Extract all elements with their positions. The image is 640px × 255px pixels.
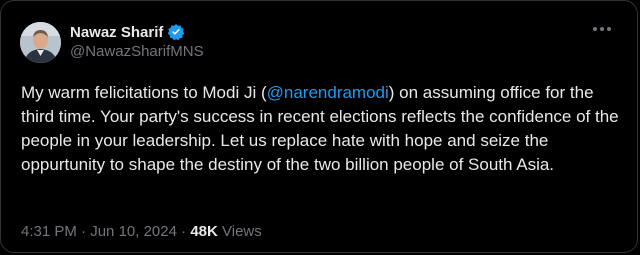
- verified-badge-icon: [167, 23, 185, 41]
- separator: ·: [81, 223, 87, 240]
- author-handle[interactable]: @NawazSharifMNS: [70, 43, 204, 60]
- author-name[interactable]: Nawaz Sharif: [70, 24, 163, 41]
- separator: ·: [181, 223, 187, 240]
- more-options-icon[interactable]: [593, 27, 611, 31]
- mention-link[interactable]: @narendramodi: [267, 83, 389, 102]
- tweet-text: My warm felicitations to Modi Ji (@naren…: [21, 81, 626, 177]
- tweet-text-part: My warm felicitations to Modi Ji (: [21, 83, 267, 102]
- avatar[interactable]: [20, 22, 61, 63]
- views-count: 48K: [190, 223, 218, 240]
- tweet-card[interactable]: Nawaz Sharif @NawazSharifMNS My warm fel…: [0, 0, 638, 253]
- tweet-meta: 4:31 PM · Jun 10, 2024 · 48K Views: [21, 223, 262, 240]
- avatar-image: [20, 22, 61, 63]
- tweet-time[interactable]: 4:31 PM: [21, 223, 77, 240]
- views-label: Views: [222, 223, 262, 240]
- tweet-date[interactable]: Jun 10, 2024: [90, 223, 177, 240]
